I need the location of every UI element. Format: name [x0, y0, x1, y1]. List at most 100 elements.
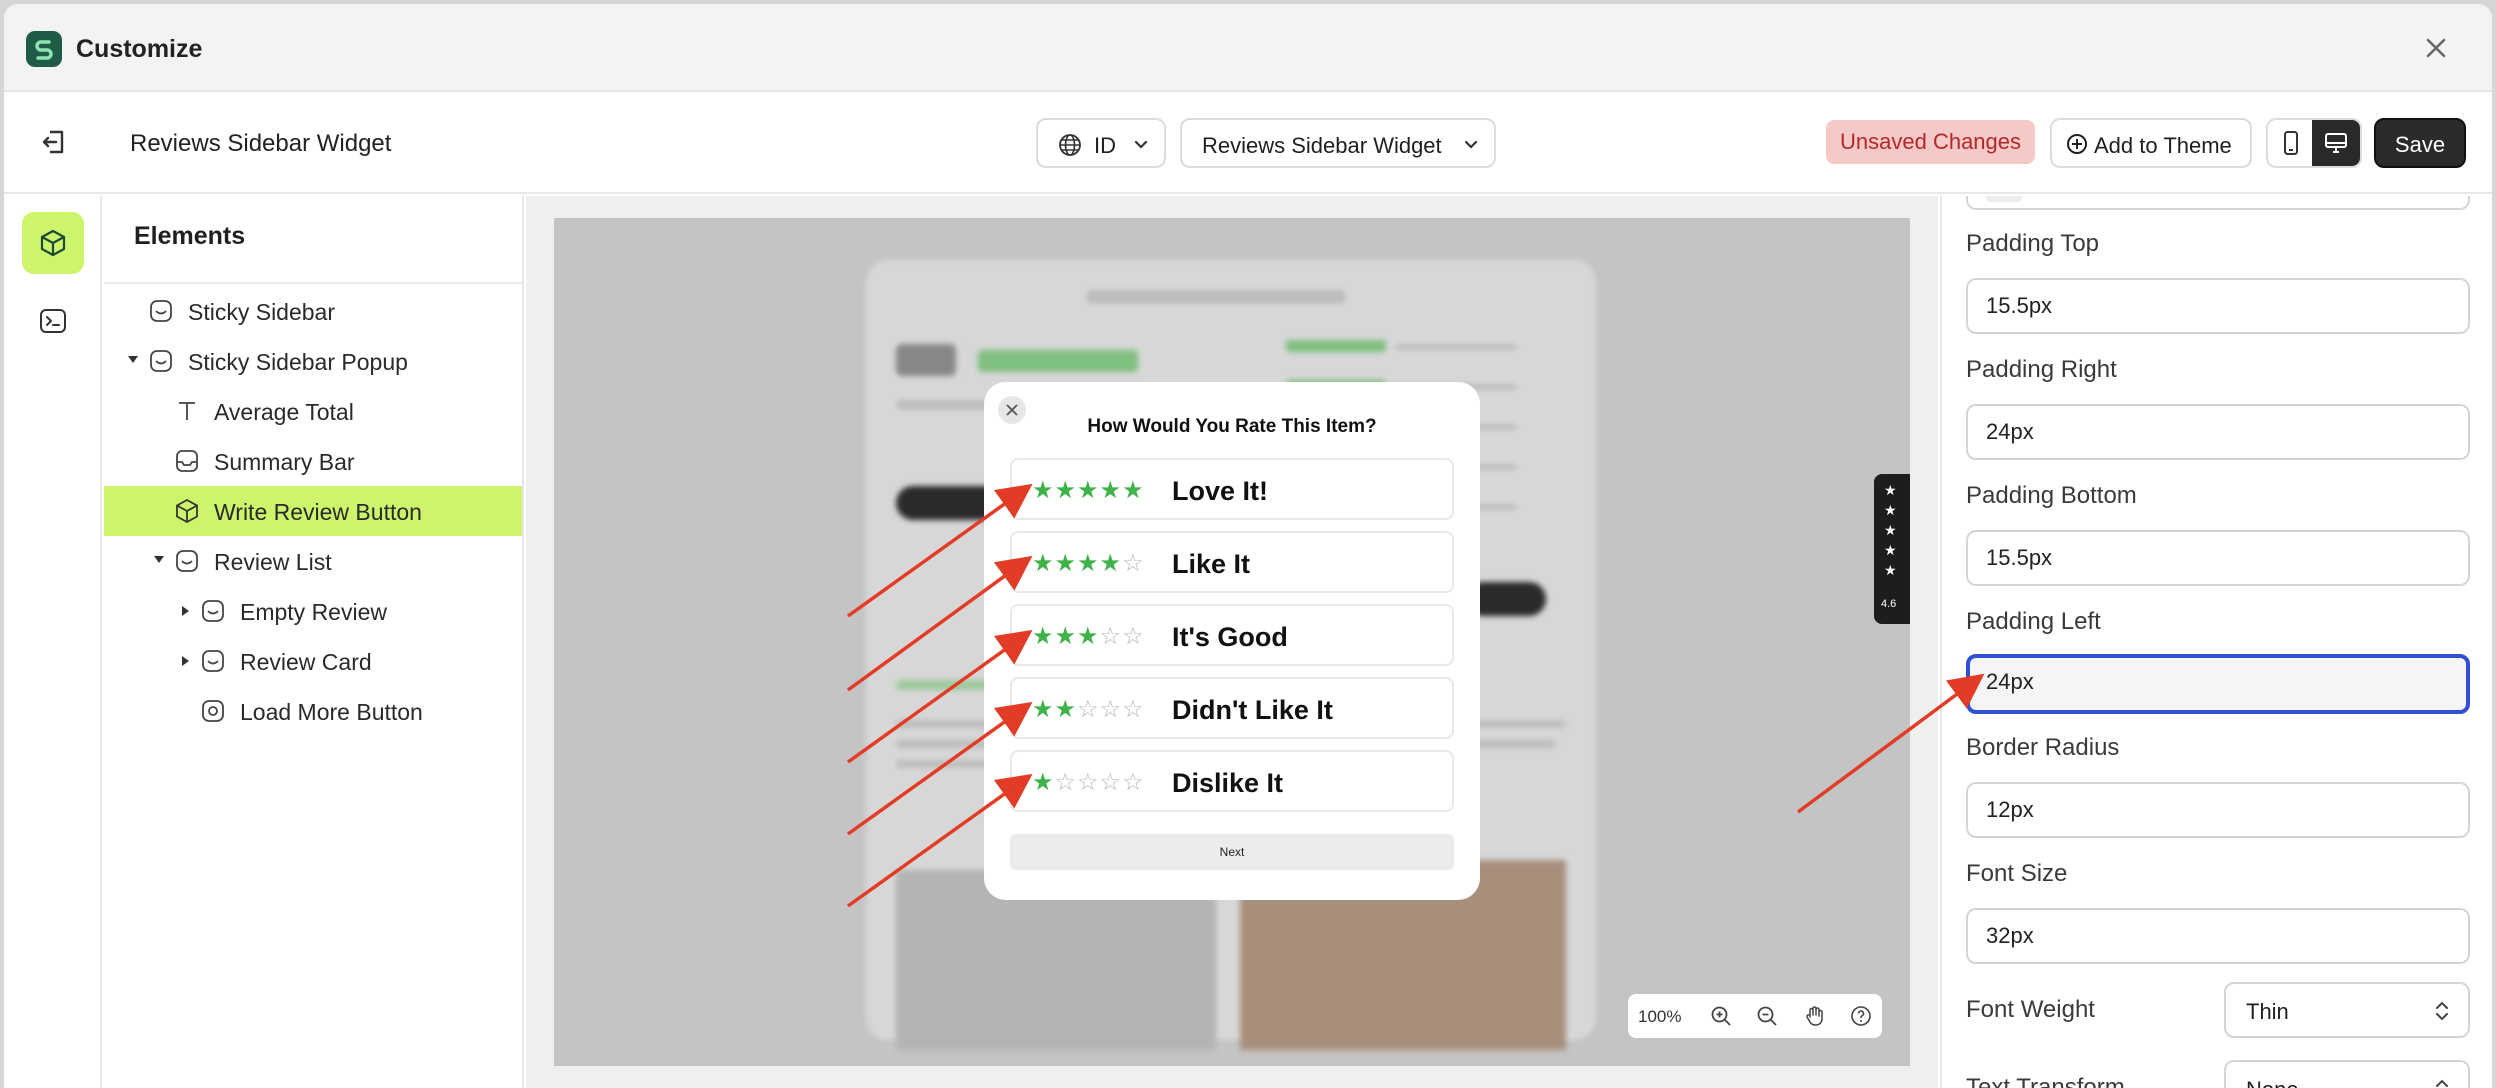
button-icon: [202, 700, 224, 722]
text-icon: [179, 402, 195, 420]
elements-tab-button[interactable]: [22, 212, 84, 274]
tree-item-label: Load More Button: [240, 699, 423, 725]
zoom-in-icon[interactable]: [1710, 1005, 1732, 1027]
left-rail: [4, 196, 102, 1088]
section-icon: [176, 550, 198, 572]
globe-icon: [1059, 134, 1081, 156]
device-toggle: [2266, 118, 2362, 168]
star-rating: ★☆☆☆☆: [1032, 769, 1145, 796]
sidebar-rating: 4.6: [1881, 598, 1897, 610]
tree-item-review-card[interactable]: Review Card: [104, 636, 522, 686]
unsaved-changes-badge: Unsaved Changes: [1826, 120, 2036, 164]
caret-right-icon[interactable]: [182, 606, 189, 616]
add-to-theme-label: Add to Theme: [2094, 133, 2232, 158]
add-to-theme-button[interactable]: Add to Theme: [2050, 118, 2252, 168]
padding-bottom-input[interactable]: 15.5px: [1966, 530, 2470, 586]
divider: [104, 282, 522, 284]
star-icon: ★: [1884, 542, 1897, 558]
cube-icon: [176, 498, 198, 524]
cube-icon: [40, 229, 66, 257]
padding-top-label: Padding Top: [1966, 230, 2100, 257]
rating-option-label: It's Good: [1172, 622, 1288, 652]
text-transform-value: None: [2246, 1077, 2299, 1088]
border-radius-input[interactable]: 12px: [1966, 782, 2470, 838]
modal-title: How Would You Rate This Item?: [1087, 416, 1377, 437]
previous-field-partial[interactable]: [1966, 196, 2470, 210]
tree-item-label: Review Card: [240, 649, 372, 675]
widget-select[interactable]: Reviews Sidebar Widget: [1180, 118, 1496, 168]
chevron-updown-icon: [2436, 1079, 2448, 1087]
tree-item-review-list[interactable]: Review List: [104, 536, 522, 586]
font-size-input[interactable]: 32px: [1966, 908, 2470, 964]
desktop-view-button[interactable]: [2312, 120, 2360, 166]
tree-item-label: Write Review Button: [214, 499, 422, 525]
page-title: Reviews Sidebar Widget: [130, 130, 392, 157]
rating-option-label: Didn't Like It: [1172, 695, 1333, 725]
caret-down-icon[interactable]: [128, 356, 138, 363]
mobile-icon: [2284, 131, 2298, 155]
font-weight-value: Thin: [2246, 999, 2289, 1024]
tray-icon: [176, 450, 198, 472]
elements-title: Elements: [134, 222, 246, 250]
language-select[interactable]: ID: [1036, 118, 1166, 168]
close-icon[interactable]: [2420, 32, 2452, 64]
mobile-view-button[interactable]: [2268, 120, 2314, 166]
chevron-down-icon: [1464, 140, 1478, 149]
zoom-out-icon[interactable]: [1756, 1005, 1778, 1027]
star-rating: ★★★★★: [1032, 477, 1145, 504]
rating-option[interactable]: ★★★★☆ Like It: [1010, 531, 1454, 593]
tree-item-summary-bar[interactable]: Summary Bar: [104, 436, 522, 486]
star-icon: ★: [1884, 522, 1897, 538]
caret-right-icon[interactable]: [182, 656, 189, 666]
preview-canvas[interactable]: ★ ★ ★ ★ ★ 4.6 How Would You Rate This It…: [554, 218, 1910, 1066]
font-size-label: Font Size: [1966, 860, 2068, 887]
editor-header: Reviews Sidebar Widget ID Reviews Sideba…: [4, 94, 2492, 194]
rating-option-label: Dislike It: [1172, 768, 1284, 798]
tree-item-sticky-sidebar[interactable]: Sticky Sidebar: [104, 286, 522, 336]
section-icon: [202, 650, 224, 672]
padding-right-input[interactable]: 24px: [1966, 404, 2470, 460]
star-icon: ★: [1884, 502, 1897, 518]
tree-item-label: Summary Bar: [214, 449, 355, 475]
tree-item-load-more-button[interactable]: Load More Button: [104, 686, 522, 736]
tree-item-label: Review List: [214, 549, 332, 575]
plus-circle-icon: [2067, 134, 2087, 154]
hand-icon[interactable]: [1804, 1005, 1826, 1027]
tree-item-sticky-sidebar-popup[interactable]: Sticky Sidebar Popup: [104, 336, 522, 386]
star-rating: ★★★☆☆: [1032, 623, 1145, 650]
tree-item-average-total[interactable]: Average Total: [104, 386, 522, 436]
exit-icon[interactable]: [36, 124, 72, 160]
padding-left-label: Padding Left: [1966, 608, 2101, 635]
terminal-icon: [40, 309, 66, 333]
star-icon: ★: [1884, 562, 1897, 578]
language-value: ID: [1094, 133, 1116, 158]
font-weight-select[interactable]: Thin: [2224, 982, 2470, 1038]
rating-modal: How Would You Rate This Item? ★★★★★ Love…: [984, 382, 1480, 900]
text-transform-label: Text Transform: [1966, 1074, 2125, 1088]
rating-option[interactable]: ★★★★★ Love It!: [1010, 458, 1454, 520]
star-rating: ★★☆☆☆: [1032, 696, 1145, 723]
tree-item-write-review-button[interactable]: Write Review Button: [104, 486, 522, 536]
tree-item-empty-review[interactable]: Empty Review: [104, 586, 522, 636]
tree-item-label: Sticky Sidebar Popup: [188, 349, 408, 375]
next-button[interactable]: Next: [1010, 834, 1454, 870]
border-radius-label: Border Radius: [1966, 734, 2120, 761]
save-button[interactable]: Save: [2374, 118, 2466, 168]
section-icon: [150, 300, 172, 322]
tree-item-label: Average Total: [214, 399, 354, 425]
caret-down-icon[interactable]: [154, 556, 164, 563]
text-transform-select[interactable]: None: [2224, 1060, 2470, 1088]
sticky-sidebar-tab[interactable]: ★ ★ ★ ★ ★ 4.6: [1874, 474, 1910, 624]
code-tab-button[interactable]: [22, 290, 84, 352]
chevron-updown-icon: [2436, 1001, 2448, 1021]
help-icon[interactable]: [1850, 1005, 1872, 1027]
title-bar: Customize: [4, 4, 2492, 92]
rating-option[interactable]: ★★☆☆☆ Didn't Like It: [1010, 677, 1454, 739]
section-icon: [202, 600, 224, 622]
desktop-icon: [2325, 133, 2347, 153]
padding-top-input[interactable]: 15.5px: [1966, 278, 2470, 334]
widget-select-value: Reviews Sidebar Widget: [1202, 133, 1442, 158]
rating-option[interactable]: ★★★☆☆ It's Good: [1010, 604, 1454, 666]
rating-option[interactable]: ★☆☆☆☆ Dislike It: [1010, 750, 1454, 812]
padding-left-input[interactable]: 24px: [1966, 654, 2470, 714]
